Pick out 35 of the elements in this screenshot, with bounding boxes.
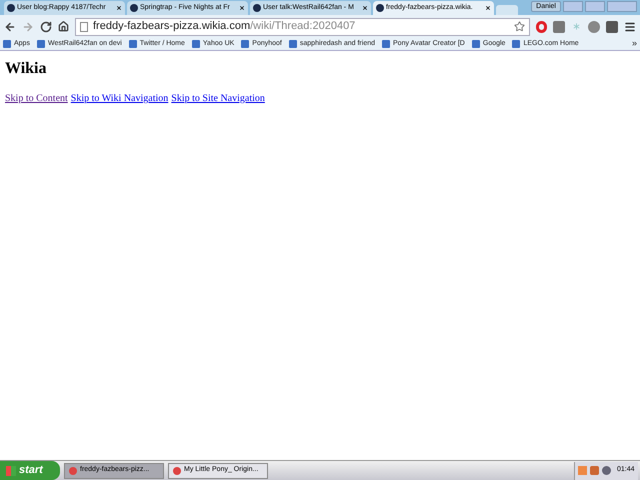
address-bar[interactable]: freddy-fazbears-pizza.wikia.com/wiki/Thread:2020407 [75,18,530,36]
back-icon[interactable] [4,20,16,32]
app-icon [173,466,181,474]
bookmark-favicon-icon [472,40,480,48]
favicon-icon [7,4,15,12]
close-icon[interactable] [485,5,491,11]
start-button[interactable]: start [0,461,60,480]
bookmark-favicon-icon [3,40,11,48]
bookmark-favicon-icon [128,40,137,48]
url-host: freddy-fazbears-pizza.wikia.com [93,19,250,34]
bookmark-favicon-icon [512,40,520,48]
bookmark-favicon-icon [36,40,45,48]
app-icon [69,466,77,474]
skip-link[interactable]: Skip to Site Navigation [171,91,265,106]
close-icon[interactable] [116,5,122,11]
skip-link[interactable]: Skip to Content [5,91,68,106]
bookmark-favicon-icon [192,40,200,48]
bookmarks-overflow-button[interactable]: » [632,37,637,51]
star-icon[interactable] [514,21,525,32]
opera-icon[interactable] [536,20,547,32]
url-path: /wiki/Thread:2020407 [250,19,356,34]
close-icon[interactable] [239,5,245,11]
favicon-icon [253,4,261,12]
favicon-icon [130,4,138,12]
skip-link[interactable]: Skip to Wiki Navigation [70,91,168,106]
bookmark-favicon-icon [241,40,250,48]
page-icon [80,22,88,32]
bookmark-favicon-icon [288,40,297,48]
close-icon[interactable] [362,5,368,11]
home-icon[interactable] [58,21,69,32]
favicon-icon [376,4,384,12]
bookmark-favicon-icon [382,40,390,48]
menu-icon[interactable] [624,20,636,32]
reload-icon[interactable] [40,20,52,32]
page-heading: Wikia [5,59,48,79]
